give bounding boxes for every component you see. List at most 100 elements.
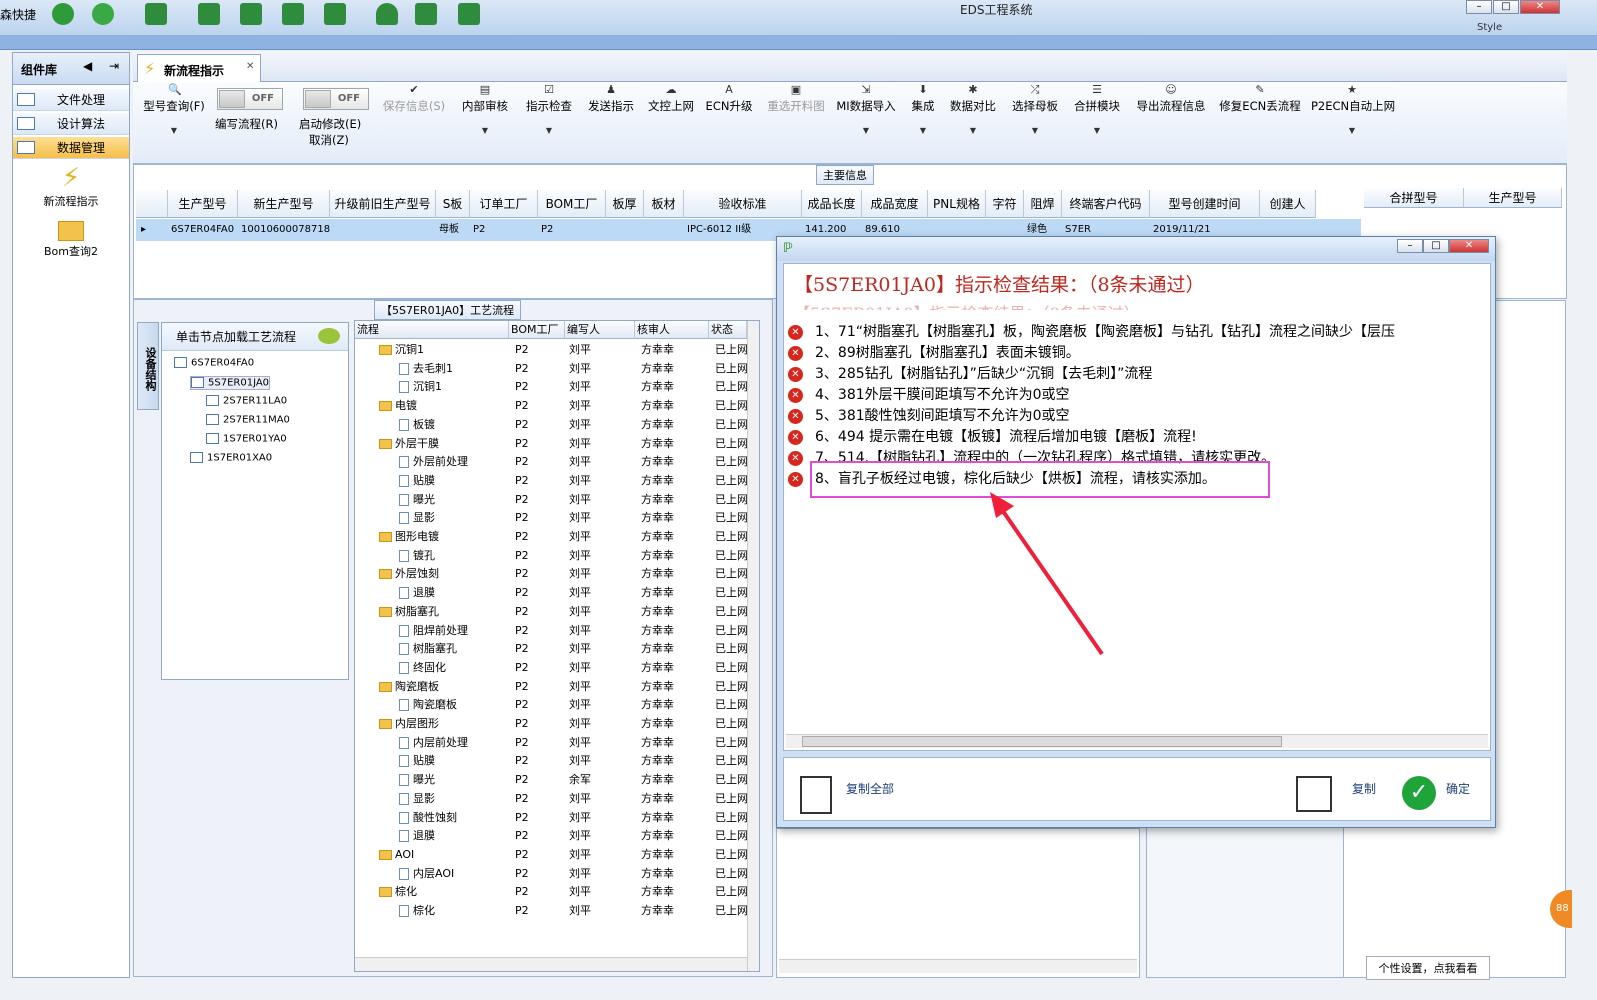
production-model-header[interactable]: 生产型号 <box>1464 188 1562 208</box>
flow-row[interactable]: 退膜 P2 刘平 方幸幸 已上网 <box>355 827 747 846</box>
flow-row[interactable]: 退膜 P2 刘平 方幸幸 已上网 <box>355 584 747 603</box>
col-header[interactable]: 新生产型号 <box>238 190 330 218</box>
internal-review-button[interactable]: ▤ 内部审核 ▼ <box>459 84 511 136</box>
flow-row[interactable]: 酸性蚀刻 P2 刘平 方幸幸 已上网 <box>355 809 747 828</box>
dialog-horizontal-scrollbar[interactable] <box>786 734 1488 748</box>
dialog-maximize-button[interactable]: □ <box>1423 239 1449 253</box>
flow-row[interactable]: 棕化 P2 刘平 方幸幸 已上网 <box>355 883 747 902</box>
chat-icon[interactable] <box>318 328 340 344</box>
merge-module-button[interactable]: ☰ 合拼模块 ▼ <box>1071 84 1123 136</box>
mi-data-import-button[interactable]: ⇲ MI数据导入 ▼ <box>835 84 897 136</box>
chart-icon[interactable] <box>415 3 437 25</box>
merge-model-header[interactable]: 合拼型号 <box>1364 188 1464 208</box>
ecn-upgrade-button[interactable]: A ECN升级 <box>703 84 755 114</box>
col-header[interactable]: BOM工厂 <box>538 190 606 218</box>
flow-row[interactable]: 内层AOI P2 刘平 方幸幸 已上网 <box>355 865 747 884</box>
col-header[interactable]: 字符 <box>986 190 1024 218</box>
ok-button[interactable]: 确定 <box>1446 780 1470 797</box>
flow-row[interactable]: 曝光 P2 刘平 方幸幸 已上网 <box>355 491 747 510</box>
flow-row[interactable]: 树脂塞孔 P2 刘平 方幸幸 已上网 <box>355 603 747 622</box>
maximize-button[interactable]: □ <box>1493 0 1519 14</box>
collapse-left-icon[interactable]: ◀ <box>83 59 92 73</box>
flow-row[interactable]: AOI P2 刘平 方幸幸 已上网 <box>355 846 747 865</box>
tool-bom-query[interactable]: Bom查询2 <box>13 219 129 259</box>
col-header[interactable]: 状态 <box>709 321 747 339</box>
cell-model[interactable]: 6S7ER04FA0 <box>168 220 238 240</box>
tree-node[interactable]: 1S7ER01YA0 <box>206 433 287 445</box>
tab-close-icon[interactable]: ✕ <box>246 61 254 72</box>
doc-control-online-button[interactable]: ☁ 文控上网 <box>645 84 697 114</box>
col-header[interactable]: 成品宽度 <box>862 190 928 218</box>
select-motherboard-button[interactable]: ⤮ 选择母板 ▼ <box>1009 84 1061 136</box>
copy-all-button[interactable]: 复制全部 <box>846 780 894 797</box>
model-query-button[interactable]: 🔍 型号查询(F) ▼ <box>139 84 209 136</box>
col-header[interactable]: S板 <box>436 190 470 218</box>
error-item[interactable]: ✕ 5、381酸性蚀刻间距填写不允许为0或空 <box>788 406 1488 426</box>
flow-row[interactable]: 终固化 P2 刘平 方幸幸 已上网 <box>355 659 747 678</box>
horizontal-scrollbar[interactable] <box>355 957 747 971</box>
vertical-scrollbar[interactable] <box>747 321 759 971</box>
col-header[interactable]: 阻焊 <box>1024 190 1062 218</box>
write-process-toggle[interactable]: OFF <box>217 88 283 110</box>
flow-row[interactable]: 显影 P2 刘平 方幸幸 已上网 <box>355 509 747 528</box>
col-header[interactable]: 核审人 <box>635 321 709 339</box>
col-header[interactable]: BOM工厂 <box>509 321 565 339</box>
error-item[interactable]: ✕ 2、89树脂塞孔【树脂塞孔】表面未镀铜。 <box>788 343 1488 363</box>
flow-row[interactable]: 外层蚀刻 P2 刘平 方幸幸 已上网 <box>355 565 747 584</box>
tree-node[interactable]: 6S7ER04FA0 <box>174 357 254 369</box>
cell-s-board[interactable]: 母板 <box>436 220 470 240</box>
flow-row[interactable]: 陶瓷磨板 P2 刘平 方幸幸 已上网 <box>355 696 747 715</box>
search-icon[interactable] <box>52 3 74 25</box>
cell-bom-factory[interactable]: P2 <box>538 220 606 240</box>
flow-row[interactable]: 图形电镀 P2 刘平 方幸幸 已上网 <box>355 528 747 547</box>
flow-row[interactable]: 板镀 P2 刘平 方幸幸 已上网 <box>355 416 747 435</box>
flow-row[interactable]: 沉铜1 P2 刘平 方幸幸 已上网 <box>355 378 747 397</box>
col-header[interactable]: 板材 <box>644 190 684 218</box>
flow-row[interactable]: 外层前处理 P2 刘平 方幸幸 已上网 <box>355 453 747 472</box>
tree-node[interactable]: 2S7ER11MA0 <box>206 414 290 426</box>
cancel-label[interactable]: 取消(Z) <box>309 132 349 148</box>
copy-button[interactable]: 复制 <box>1352 780 1376 797</box>
flow-row[interactable]: 内层图形 P2 刘平 方幸幸 已上网 <box>355 715 747 734</box>
pin-icon[interactable]: ⇥ <box>109 59 119 73</box>
col-header[interactable]: 板厚 <box>606 190 644 218</box>
save-info-button[interactable]: ✔ 保存信息(S) <box>381 84 447 114</box>
flow-row[interactable]: 陶瓷磨板 P2 刘平 方幸幸 已上网 <box>355 678 747 697</box>
film-icon[interactable] <box>240 3 262 25</box>
export-process-info-button[interactable]: ☺ 导出流程信息 <box>1133 84 1209 114</box>
flow-row[interactable]: 沉铜1 P2 刘平 方幸幸 已上网 <box>355 341 747 360</box>
scissors-icon[interactable] <box>198 3 220 25</box>
start-modify-toggle[interactable]: OFF <box>303 88 369 110</box>
side-tab-equipment[interactable]: 设备结构 <box>137 322 159 410</box>
tool-new-process[interactable]: ⚡ 新流程指示 <box>13 163 129 209</box>
monitor-icon[interactable] <box>458 3 480 25</box>
globe-icon[interactable] <box>92 3 114 25</box>
error-item[interactable]: ✕ 3、285钻孔【树脂钻孔】”后缺少“沉铜【去毛刺】”流程 <box>788 364 1488 384</box>
flow-row[interactable]: 外层干膜 P2 刘平 方幸幸 已上网 <box>355 435 747 454</box>
flow-row[interactable]: 去毛刺1 P2 刘平 方幸幸 已上网 <box>355 360 747 379</box>
dialog-minimize-button[interactable]: – <box>1397 239 1423 253</box>
flow-row[interactable]: 电镀 P2 刘平 方幸幸 已上网 <box>355 397 747 416</box>
col-header[interactable]: 编写人 <box>565 321 635 339</box>
horizontal-scrollbar[interactable] <box>779 959 1137 973</box>
close-button[interactable]: ✕ <box>1520 0 1560 14</box>
col-header[interactable]: 流程 <box>355 321 509 339</box>
style-label[interactable]: Style <box>1477 22 1502 33</box>
col-header[interactable]: 创建人 <box>1260 190 1316 218</box>
upload-icon[interactable] <box>282 3 304 25</box>
table-icon[interactable] <box>324 3 346 25</box>
flow-row[interactable]: 曝光 P2 余军 方幸幸 已上网 <box>355 771 747 790</box>
p2ecn-auto-online-button[interactable]: ★ P2ECN自动上网 ▼ <box>1311 84 1395 136</box>
flow-row[interactable]: 贴膜 P2 刘平 方幸幸 已上网 <box>355 752 747 771</box>
flow-row[interactable]: 镀孔 P2 刘平 方幸幸 已上网 <box>355 547 747 566</box>
col-header[interactable]: 生产型号 <box>168 190 238 218</box>
tree-node[interactable]: 1S7ER01XA0 <box>190 452 272 464</box>
flow-row[interactable]: 阻焊前处理 P2 刘平 方幸幸 已上网 <box>355 622 747 641</box>
flow-row[interactable]: 内层前处理 P2 刘平 方幸幸 已上网 <box>355 734 747 753</box>
flow-row[interactable]: 树脂塞孔 P2 刘平 方幸幸 已上网 <box>355 640 747 659</box>
instruction-check-button[interactable]: ☑ 指示检查 ▼ <box>523 84 575 136</box>
data-compare-button[interactable]: ✱ 数据对比 ▼ <box>947 84 999 136</box>
col-header[interactable]: 终端客户代码 <box>1062 190 1150 218</box>
col-header[interactable]: 验收标准 <box>684 190 802 218</box>
cell-order-factory[interactable]: P2 <box>470 220 538 240</box>
